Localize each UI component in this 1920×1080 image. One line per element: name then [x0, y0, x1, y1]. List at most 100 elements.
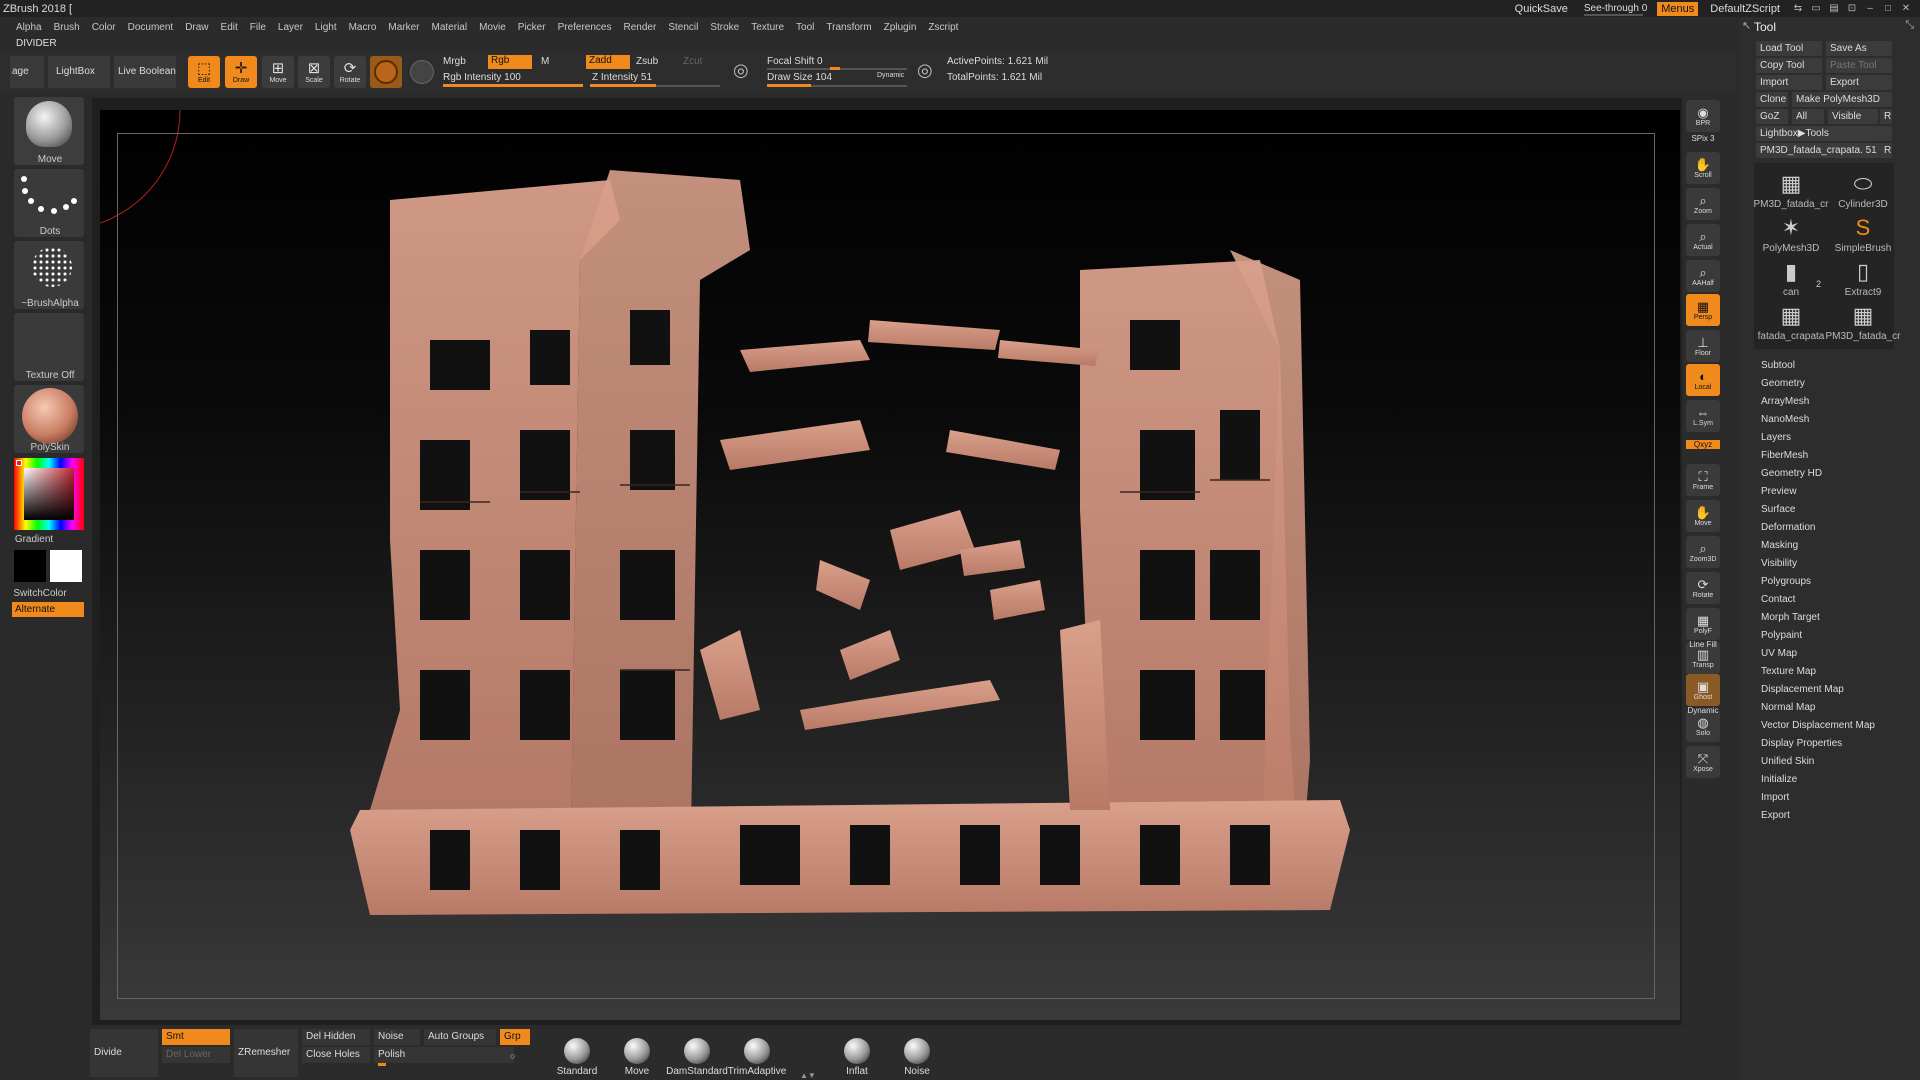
divide-button[interactable]: Divide	[90, 1029, 158, 1077]
menu-zplugin[interactable]: Zplugin	[878, 22, 923, 33]
alternate-button[interactable]: Alternate	[12, 602, 84, 617]
menu-brush[interactable]: Brush	[48, 22, 86, 33]
tool-submenu-subtool[interactable]: Subtool	[1761, 360, 1795, 371]
shelf-rotate-button[interactable]: ⟳ Rotate	[1686, 572, 1720, 604]
edit-button[interactable]: ⬚ Edit	[188, 56, 220, 88]
close-icon[interactable]: ✕	[1900, 3, 1912, 14]
shelf-move-button[interactable]: ✋ Move	[1686, 500, 1720, 532]
focal-shift-icon[interactable]: ◎	[733, 60, 749, 81]
goz-button[interactable]: GoZ	[1756, 109, 1788, 124]
tool-submenu-initialize[interactable]: Initialize	[1761, 774, 1797, 785]
current-tool-slider[interactable]: PM3D_fatada_crapata. 51	[1756, 143, 1880, 158]
move-button[interactable]: ⊞ Move	[262, 56, 294, 88]
lock-icon[interactable]: ⊡	[1846, 3, 1858, 14]
mrgb-button[interactable]: Mrgb	[443, 56, 466, 67]
tool-submenu-export[interactable]: Export	[1761, 810, 1790, 821]
menu-stencil[interactable]: Stencil	[662, 22, 704, 33]
tool-submenu-geometry-hd[interactable]: Geometry HD	[1761, 468, 1822, 479]
menu-render[interactable]: Render	[618, 22, 663, 33]
tool-submenu-polygroups[interactable]: Polygroups	[1761, 576, 1811, 587]
shelf-aahalf-button[interactable]: ⌕ AAHalf	[1686, 260, 1720, 292]
layout-icon[interactable]: ▤	[1828, 3, 1840, 14]
color-sphere-icon[interactable]	[410, 60, 434, 84]
del-hidden-button[interactable]: Del Hidden	[302, 1029, 370, 1045]
tool-submenu-masking[interactable]: Masking	[1761, 540, 1798, 551]
focal-shift-slider[interactable]: Focal Shift 0	[767, 56, 823, 67]
lightbox-button[interactable]: LightBox	[56, 66, 95, 77]
draw-button[interactable]: ✛ Draw	[225, 56, 257, 88]
menu-color[interactable]: Color	[86, 22, 122, 33]
tool-thumb-simplebrush[interactable]: S	[1828, 211, 1898, 245]
brush-trimadaptive-button[interactable]: TrimAdaptive	[722, 1027, 792, 1077]
quicksave-button[interactable]: QuickSave	[1509, 3, 1574, 15]
brush-noise-button[interactable]: Noise	[882, 1027, 952, 1077]
tool-thumb-polymesh3d[interactable]: ✶	[1756, 211, 1826, 245]
color-square[interactable]	[24, 468, 74, 520]
lightbox-tools-button[interactable]: Lightbox▶Tools	[1756, 126, 1892, 141]
shelf-frame-button[interactable]: ⛶ Frame	[1686, 464, 1720, 496]
tool-submenu-display-properties[interactable]: Display Properties	[1761, 738, 1842, 749]
shelf-qxyz-label[interactable]: Qxyz	[1686, 440, 1720, 449]
save-as-button[interactable]: Save As	[1826, 41, 1892, 56]
menu-edit[interactable]: Edit	[215, 22, 244, 33]
grp-toggle[interactable]: Grp	[500, 1029, 530, 1045]
tool-submenu-visibility[interactable]: Visibility	[1761, 558, 1797, 569]
default-zscript-button[interactable]: DefaultZScript	[1704, 3, 1786, 15]
tool-thumb-extract9[interactable]: ▯	[1828, 255, 1898, 289]
menus-button[interactable]: Menus	[1657, 1, 1699, 16]
shelf-xpose-button[interactable]: ⤧ Xpose	[1686, 746, 1720, 778]
menu-layer[interactable]: Layer	[272, 22, 309, 33]
export-button[interactable]: Export	[1826, 75, 1892, 90]
projection-button[interactable]: age	[12, 66, 29, 77]
load-tool-button[interactable]: Load Tool	[1756, 41, 1822, 56]
minimize-icon[interactable]: –	[1864, 3, 1876, 14]
draw-size-icon[interactable]: ◎	[917, 60, 933, 81]
collapse-icon[interactable]: ⤡	[1905, 19, 1914, 32]
shelf-floor-button[interactable]: ⊥ Floor	[1686, 330, 1720, 362]
window-icon[interactable]: ▭	[1810, 3, 1822, 14]
tool-submenu-deformation[interactable]: Deformation	[1761, 522, 1815, 533]
tool-submenu-vector-displacement-map[interactable]: Vector Displacement Map	[1761, 720, 1875, 731]
tool-submenu-arraymesh[interactable]: ArrayMesh	[1761, 396, 1809, 407]
tool-submenu-texture-map[interactable]: Texture Map	[1761, 666, 1816, 677]
current-tool-r-button[interactable]: R	[1880, 143, 1892, 158]
scale-button[interactable]: ⊠ Scale	[298, 56, 330, 88]
tool-submenu-import[interactable]: Import	[1761, 792, 1789, 803]
goz-all-button[interactable]: All	[1792, 109, 1824, 124]
shelf-zoom3d-button[interactable]: ⌕ Zoom3D	[1686, 536, 1720, 568]
menu-document[interactable]: Document	[122, 22, 180, 33]
tool-submenu-unified-skin[interactable]: Unified Skin	[1761, 756, 1814, 767]
auto-groups-button[interactable]: Auto Groups	[424, 1029, 496, 1045]
primary-color-swatch[interactable]	[14, 550, 46, 582]
tool-submenu-displacement-map[interactable]: Displacement Map	[1761, 684, 1844, 695]
clone-button[interactable]: Clone	[1756, 92, 1788, 107]
see-through-slider[interactable]: See-through 0	[1580, 3, 1651, 16]
zremesher-button[interactable]: ZRemesher	[234, 1029, 298, 1077]
tool-submenu-nanomesh[interactable]: NanoMesh	[1761, 414, 1809, 425]
close-holes-button[interactable]: Close Holes	[302, 1047, 370, 1063]
menu-light[interactable]: Light	[309, 22, 343, 33]
gradient-label[interactable]: Gradient	[0, 534, 84, 545]
tool-submenu-contact[interactable]: Contact	[1761, 594, 1795, 605]
shelf-scroll-button[interactable]: ✋ Scroll	[1686, 152, 1720, 184]
tool-submenu-polypaint[interactable]: Polypaint	[1761, 630, 1802, 641]
shelf-zoom-button[interactable]: ⌕ Zoom	[1686, 188, 1720, 220]
rgb-intensity-slider[interactable]: Rgb Intensity 100	[443, 72, 521, 83]
material-button[interactable]	[370, 56, 402, 88]
draw-size-slider[interactable]: Draw Size 104	[767, 72, 832, 83]
zsub-button[interactable]: Zsub	[636, 56, 658, 67]
pin-icon[interactable]: ↖	[1742, 19, 1751, 32]
m-button[interactable]: M	[541, 56, 549, 67]
tool-submenu-preview[interactable]: Preview	[1761, 486, 1797, 497]
smt-button[interactable]: Smt	[162, 1029, 230, 1045]
secondary-color-swatch[interactable]	[50, 550, 82, 582]
menu-stroke[interactable]: Stroke	[704, 22, 745, 33]
make-polymesh-button[interactable]: Make PolyMesh3D	[1792, 92, 1892, 107]
rotate-button[interactable]: ⟳ Rotate	[334, 56, 366, 88]
shelf-local-button[interactable]: ◐ Local	[1686, 364, 1720, 396]
tool-thumb-pm3d-fatada-cr[interactable]: ▦	[1756, 167, 1826, 201]
shelf-polyf-button[interactable]: ▦ PolyF	[1686, 608, 1720, 640]
switch-color-button[interactable]: SwitchColor	[0, 588, 90, 599]
rgb-button[interactable]: Rgb	[488, 55, 532, 69]
del-lower-button[interactable]: Del Lower	[162, 1047, 230, 1063]
